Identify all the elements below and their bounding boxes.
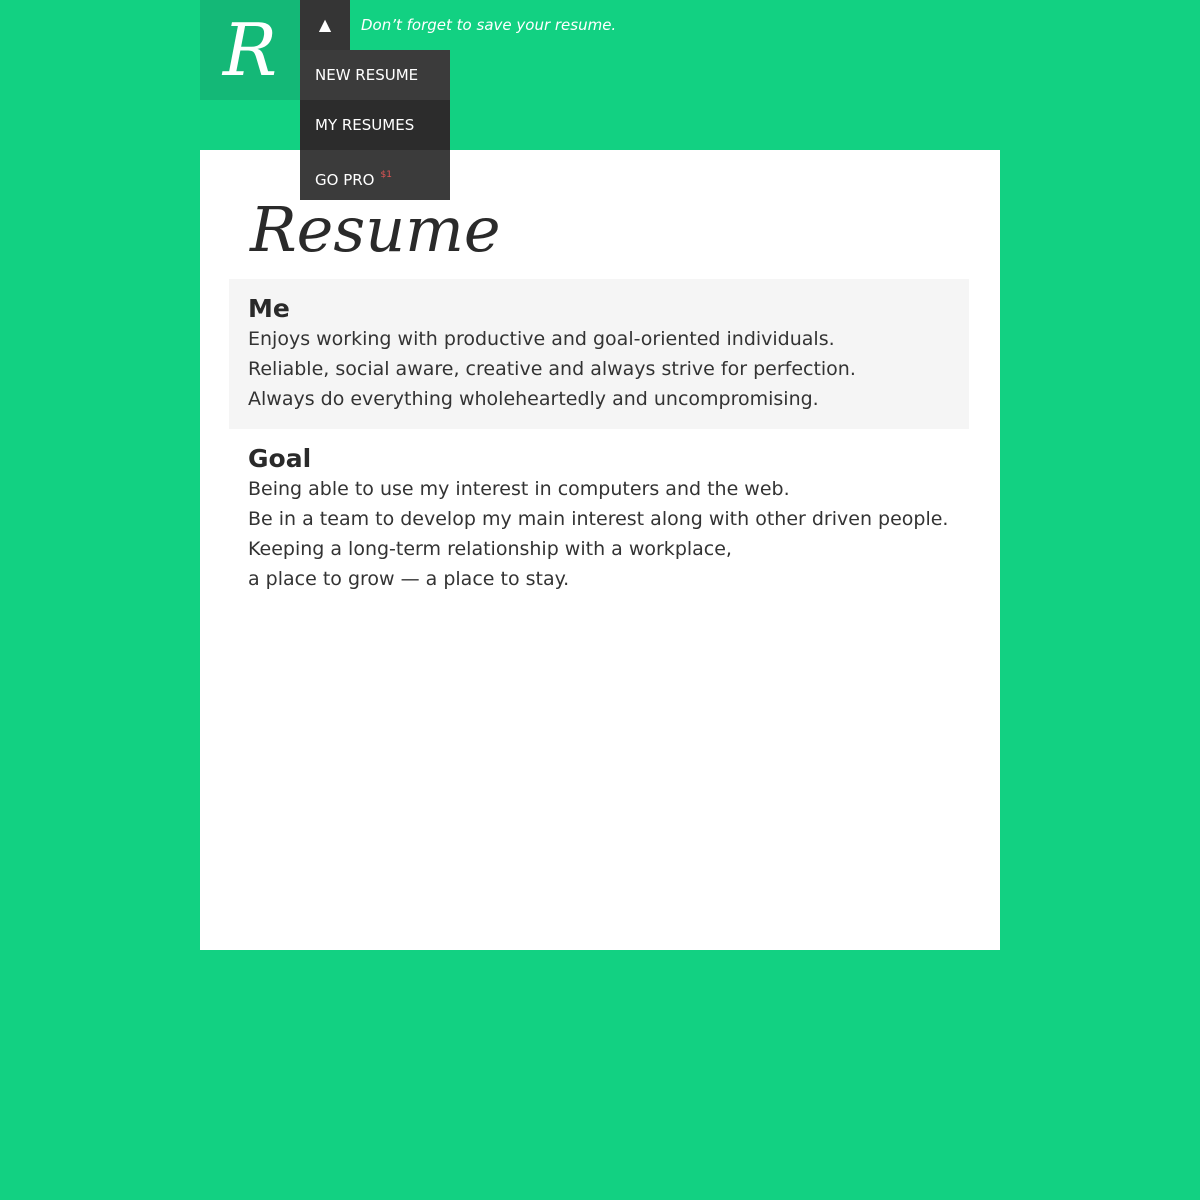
section-line[interactable]: Be in a team to develop my main interest… — [248, 504, 950, 534]
section-goal[interactable]: Goal Being able to use my interest in co… — [229, 429, 969, 609]
section-line[interactable]: a place to grow — a place to stay. — [248, 564, 950, 594]
section-line[interactable]: Enjoys working with productive and goal-… — [248, 324, 950, 354]
section-line[interactable]: Being able to use my interest in compute… — [248, 474, 950, 504]
save-reminder: Don’t forget to save your resume. — [361, 16, 617, 34]
section-line[interactable]: Keeping a long-term relationship with a … — [248, 534, 950, 564]
menu-item-my-resumes[interactable]: MY RESUMES — [300, 100, 450, 150]
menu-item-go-pro[interactable]: GO PRO $1 — [300, 150, 450, 200]
logo[interactable]: R — [200, 0, 300, 100]
menu-item-label: NEW RESUME — [315, 66, 419, 84]
menu-item-new-resume[interactable]: NEW RESUME — [300, 50, 450, 100]
main-menu: NEW RESUME MY RESUMES GO PRO $1 — [300, 50, 450, 200]
menu-item-label: GO PRO — [315, 171, 375, 189]
section-line[interactable]: Reliable, social aware, creative and alw… — [248, 354, 950, 384]
section-me[interactable]: Me Enjoys working with productive and go… — [229, 279, 969, 429]
price-badge: $1 — [380, 170, 392, 180]
resume-title[interactable]: Resume — [250, 190, 501, 270]
resume-paper: Resume Me Enjoys working with productive… — [200, 150, 1000, 950]
menu-item-label: MY RESUMES — [315, 116, 415, 134]
menu-toggle-up-icon[interactable]: ▲ — [300, 0, 350, 50]
section-heading[interactable]: Me — [248, 294, 950, 324]
section-heading[interactable]: Goal — [248, 444, 950, 474]
section-line[interactable]: Always do everything wholeheartedly and … — [248, 384, 950, 414]
